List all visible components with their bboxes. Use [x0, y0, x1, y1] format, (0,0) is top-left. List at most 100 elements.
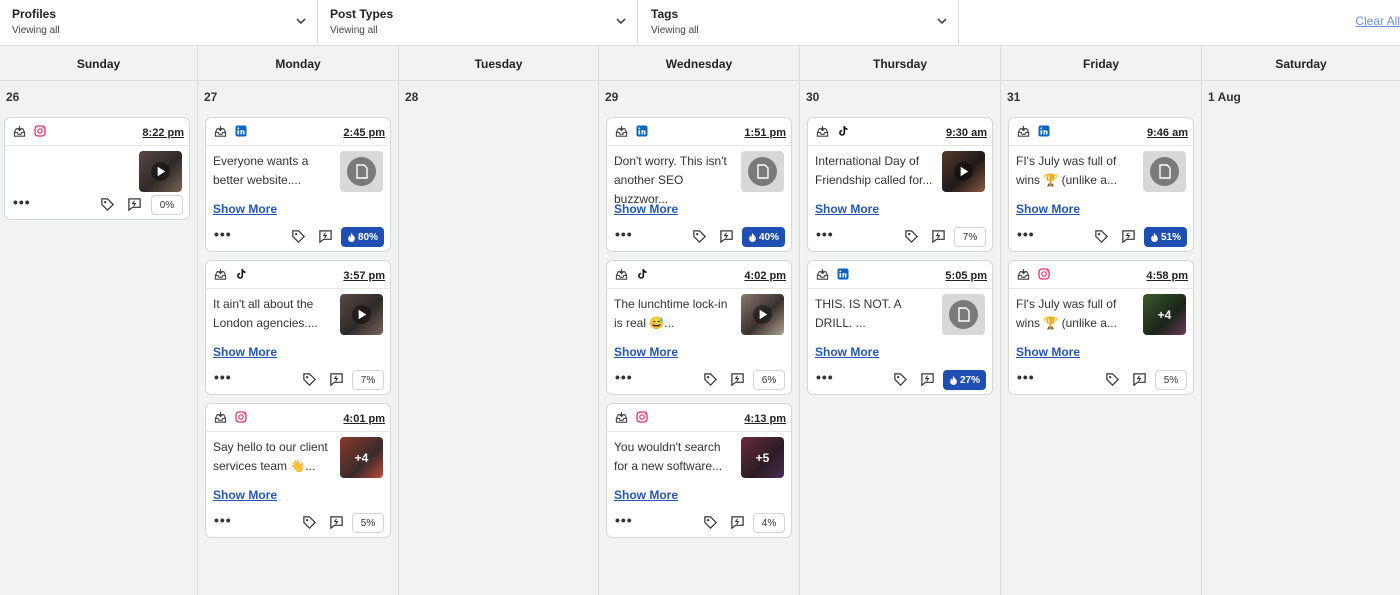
post-text: International Day of Friendship called f…: [815, 154, 933, 187]
comment-icon[interactable]: [1121, 229, 1136, 244]
comment-icon[interactable]: [931, 229, 946, 244]
post-time[interactable]: 4:58 pm: [1146, 270, 1188, 282]
post-thumbnail[interactable]: [340, 151, 383, 192]
comment-icon[interactable]: [318, 229, 333, 244]
more-options-button[interactable]: •••: [615, 227, 633, 241]
post-card[interactable]: 4:13 pm You wouldn't search for a new so…: [606, 403, 792, 538]
post-time[interactable]: 9:30 am: [946, 127, 987, 139]
day-header-tuesday: Tuesday: [399, 47, 599, 81]
date-number: 1 Aug: [1208, 90, 1241, 104]
tag-icon[interactable]: [904, 229, 919, 244]
more-options-button[interactable]: •••: [816, 227, 834, 241]
instagram-icon: [235, 411, 247, 423]
comment-icon[interactable]: [730, 515, 745, 530]
show-more-link[interactable]: Show More: [213, 488, 277, 502]
tag-icon[interactable]: [703, 372, 718, 387]
post-time[interactable]: 2:45 pm: [343, 127, 385, 139]
post-card[interactable]: 9:30 am International Day of Friendship …: [807, 117, 993, 252]
flame-icon: [348, 232, 355, 242]
comment-icon[interactable]: [920, 372, 935, 387]
post-time[interactable]: 4:01 pm: [343, 413, 385, 425]
show-more-link[interactable]: Show More: [1016, 345, 1080, 359]
post-card[interactable]: 4:58 pm FI's July was full of wins 🏆 (un…: [1008, 260, 1194, 395]
tag-icon[interactable]: [893, 372, 908, 387]
post-card[interactable]: 8:22 pm ••• 0%: [4, 117, 190, 220]
post-card[interactable]: 4:02 pm The lunchtime lock-in is real 😅.…: [606, 260, 792, 395]
post-time[interactable]: 3:57 pm: [343, 270, 385, 282]
post-card[interactable]: 3:57 pm It ain't all about the London ag…: [205, 260, 391, 395]
show-more-link[interactable]: Show More: [614, 202, 678, 216]
document-icon: [748, 157, 777, 186]
more-options-button[interactable]: •••: [214, 370, 232, 384]
comment-icon[interactable]: [329, 515, 344, 530]
profiles-filter[interactable]: Profiles Viewing all: [0, 0, 318, 46]
comment-icon[interactable]: [329, 372, 344, 387]
post-card-footer: ••• 51%: [1009, 226, 1193, 248]
comment-icon[interactable]: [127, 197, 142, 212]
post-thumbnail[interactable]: +4: [340, 437, 383, 478]
more-options-button[interactable]: •••: [1017, 370, 1035, 384]
more-options-button[interactable]: •••: [214, 227, 232, 241]
more-options-button[interactable]: •••: [1017, 227, 1035, 241]
post-card-header: 2:45 pm: [206, 118, 390, 146]
post-types-filter[interactable]: Post Types Viewing all: [318, 0, 638, 46]
tag-icon[interactable]: [692, 229, 707, 244]
tag-icon[interactable]: [291, 229, 306, 244]
tag-icon[interactable]: [703, 515, 718, 530]
post-card[interactable]: 4:01 pm Say hello to our client services…: [205, 403, 391, 538]
more-options-button[interactable]: •••: [816, 370, 834, 384]
post-thumbnail[interactable]: +5: [741, 437, 784, 478]
tag-icon[interactable]: [302, 515, 317, 530]
post-time[interactable]: 1:51 pm: [744, 127, 786, 139]
post-time[interactable]: 4:02 pm: [744, 270, 786, 282]
day-header-monday: Monday: [198, 47, 399, 81]
tag-icon[interactable]: [100, 197, 115, 212]
clear-all-button[interactable]: Clear All: [1355, 14, 1400, 28]
post-time[interactable]: 4:13 pm: [744, 413, 786, 425]
post-time[interactable]: 9:46 am: [1147, 127, 1188, 139]
post-thumbnail[interactable]: [741, 151, 784, 192]
post-time[interactable]: 8:22 pm: [142, 127, 184, 139]
engagement-score: 6%: [753, 370, 785, 390]
more-options-button[interactable]: •••: [13, 195, 31, 209]
post-card[interactable]: 9:46 am FI's July was full of wins 🏆 (un…: [1008, 117, 1194, 252]
post-text: Say hello to our client services team 👋.…: [213, 440, 328, 473]
tag-icon[interactable]: [1094, 229, 1109, 244]
show-more-link[interactable]: Show More: [213, 202, 277, 216]
inbox-icon: [214, 125, 227, 137]
tag-icon[interactable]: [1105, 372, 1120, 387]
post-thumbnail[interactable]: +4: [1143, 294, 1186, 335]
post-card[interactable]: 5:05 pm THIS. IS NOT. A DRILL. ... Show …: [807, 260, 993, 395]
engagement-score: 40%: [741, 227, 785, 247]
day-header-saturday: Saturday: [1202, 47, 1400, 81]
post-thumbnail[interactable]: [1143, 151, 1186, 192]
show-more-link[interactable]: Show More: [614, 488, 678, 502]
show-more-link[interactable]: Show More: [815, 345, 879, 359]
post-thumbnail[interactable]: [741, 294, 784, 335]
show-more-link[interactable]: Show More: [815, 202, 879, 216]
inbox-icon: [615, 411, 628, 423]
more-options-button[interactable]: •••: [214, 513, 232, 527]
comment-icon[interactable]: [719, 229, 734, 244]
chevron-down-icon: [937, 18, 947, 25]
comment-icon[interactable]: [1132, 372, 1147, 387]
post-card-header: 8:22 pm: [5, 118, 189, 146]
post-time[interactable]: 5:05 pm: [945, 270, 987, 282]
post-card-footer: ••• 40%: [607, 226, 791, 248]
post-thumbnail[interactable]: [139, 151, 182, 192]
post-card[interactable]: 2:45 pm Everyone wants a better website.…: [205, 117, 391, 252]
show-more-link[interactable]: Show More: [614, 345, 678, 359]
comment-icon[interactable]: [730, 372, 745, 387]
post-thumbnail[interactable]: [942, 294, 985, 335]
tags-filter[interactable]: Tags Viewing all: [639, 0, 959, 46]
post-thumbnail[interactable]: [340, 294, 383, 335]
post-thumbnail[interactable]: [942, 151, 985, 192]
more-options-button[interactable]: •••: [615, 513, 633, 527]
engagement-score: 7%: [352, 370, 384, 390]
more-options-button[interactable]: •••: [615, 370, 633, 384]
show-more-link[interactable]: Show More: [1016, 202, 1080, 216]
show-more-link[interactable]: Show More: [213, 345, 277, 359]
document-icon: [1150, 157, 1179, 186]
post-card[interactable]: 1:51 pm Don't worry. This isn't another …: [606, 117, 792, 252]
tag-icon[interactable]: [302, 372, 317, 387]
